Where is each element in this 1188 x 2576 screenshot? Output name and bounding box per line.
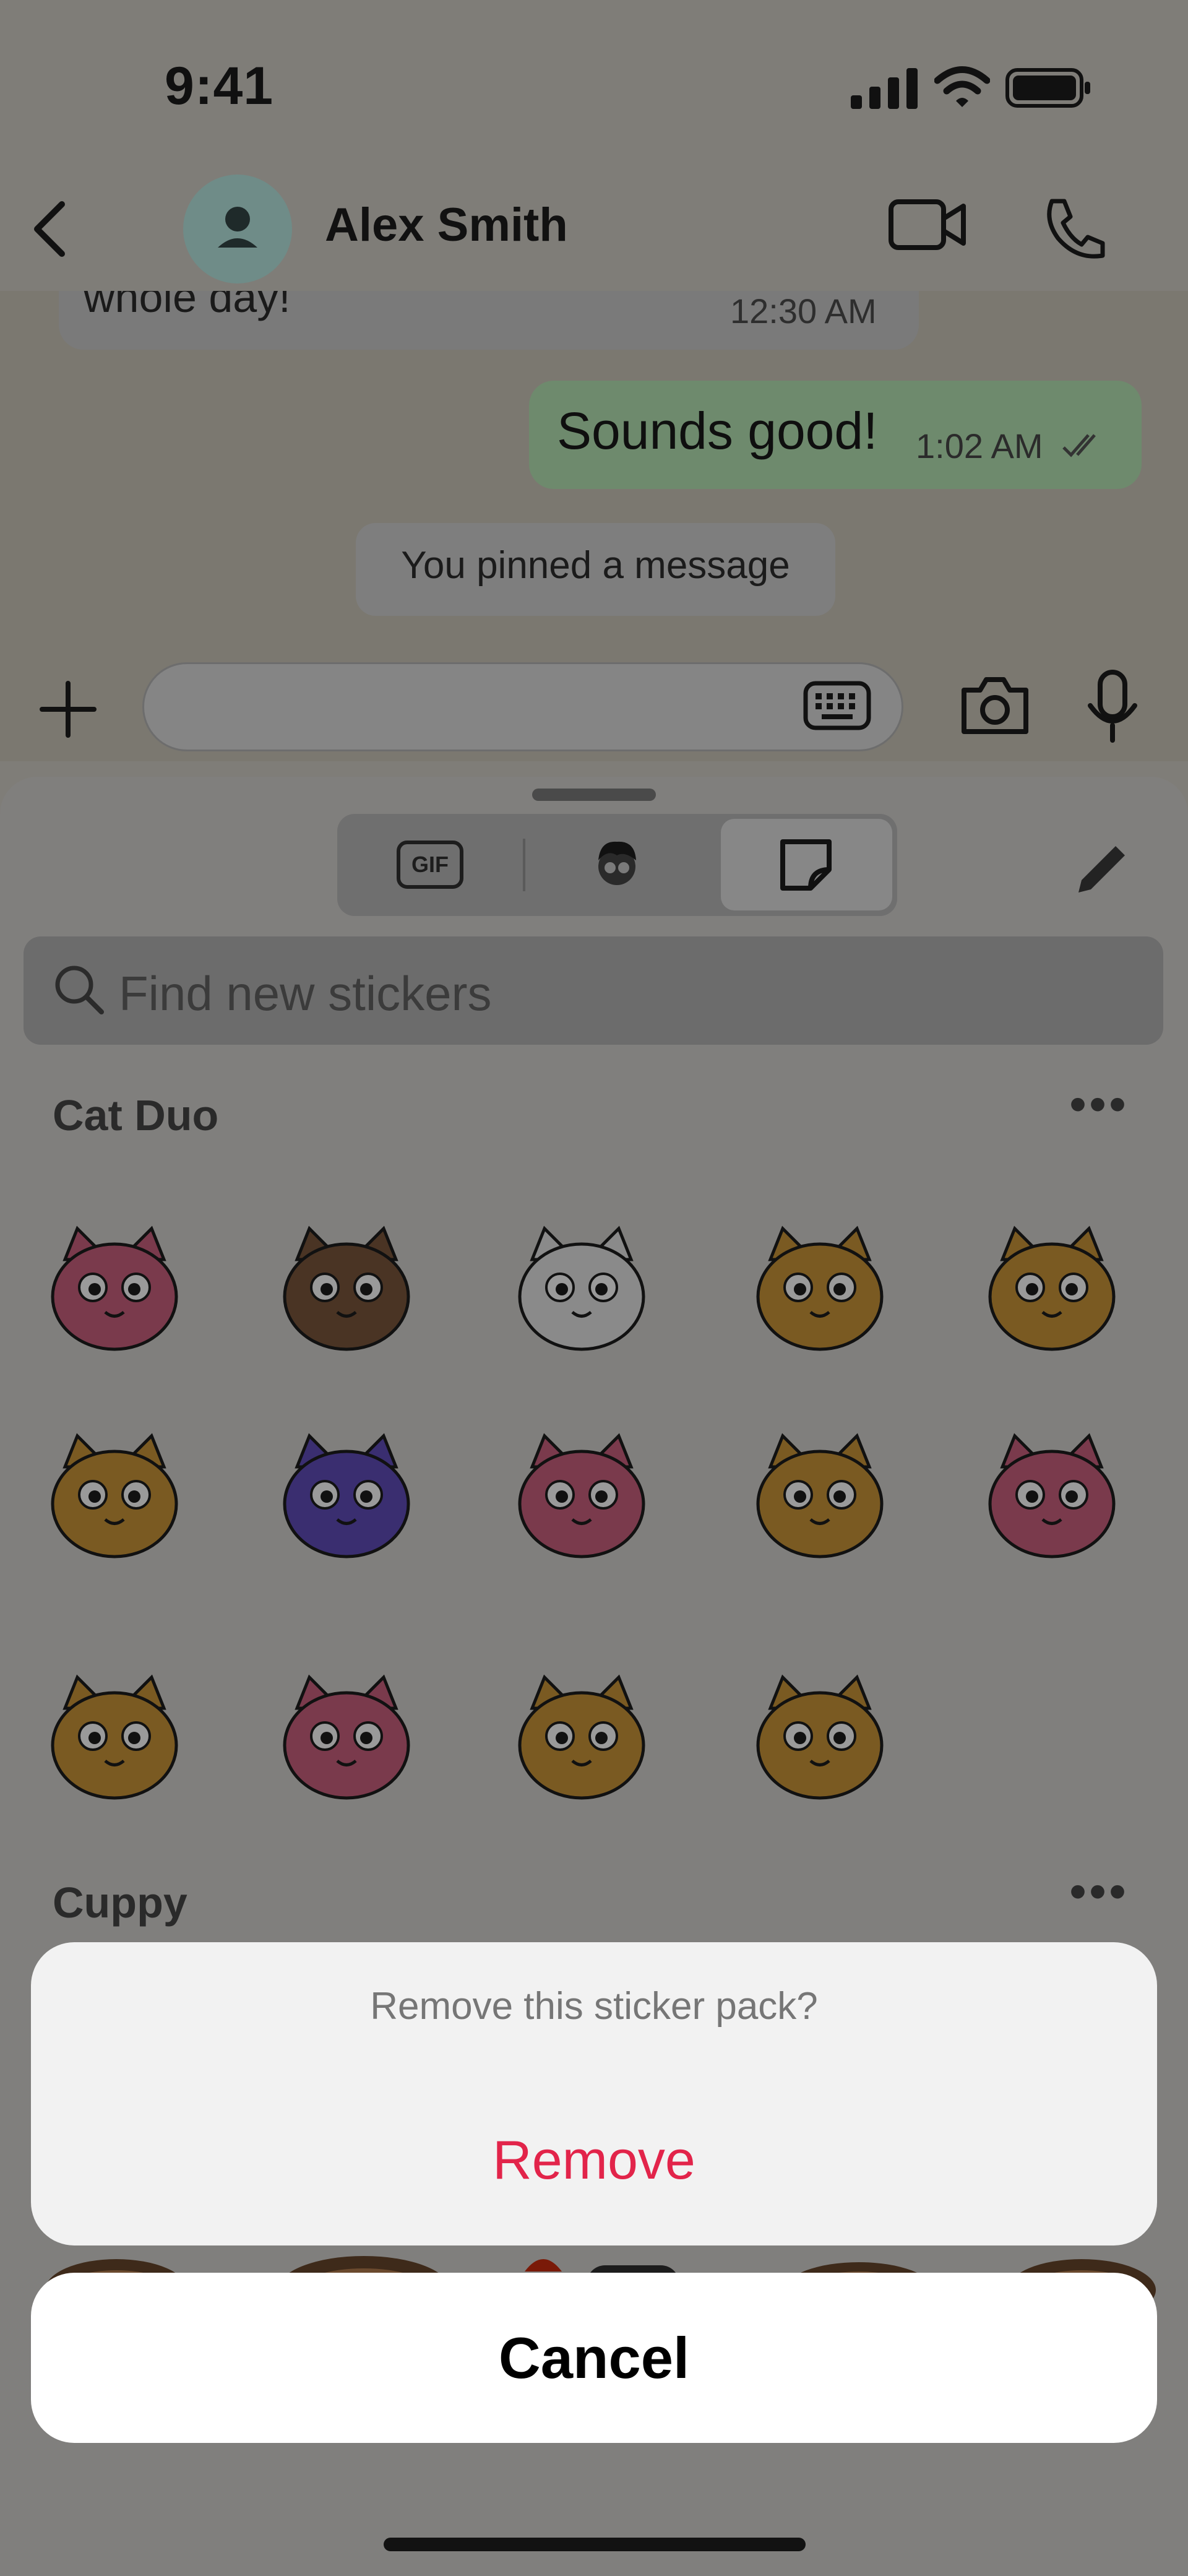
avatar-tab-icon[interactable]: [588, 836, 647, 894]
pack-title-cuppy: Cuppy: [53, 1878, 187, 1927]
sticker-item[interactable]: [266, 1411, 427, 1572]
incoming-message-text: whole day!: [84, 291, 291, 321]
cat-sticker-icon: [518, 1674, 645, 1800]
incoming-message-time: 12:30 AM: [730, 292, 877, 331]
sticker-item[interactable]: [501, 1204, 662, 1365]
drag-handle[interactable]: [532, 789, 656, 801]
cat-sticker-icon: [518, 1433, 645, 1558]
pack-title-cat-duo: Cat Duo: [53, 1091, 219, 1139]
cat-sticker-icon: [51, 1433, 178, 1558]
cat-sticker-icon: [988, 1433, 1116, 1558]
cat-sticker-icon: [756, 1674, 884, 1800]
gif-tab-icon[interactable]: GIF: [396, 840, 464, 889]
search-icon: [55, 966, 104, 1014]
action-sheet-title: Remove this sticker pack?: [370, 1985, 818, 2028]
pencil-icon[interactable]: [1069, 837, 1131, 899]
cat-sticker-icon: [283, 1433, 410, 1558]
pack-options-cuppy[interactable]: •••: [1069, 1863, 1129, 1920]
tab-divider: [523, 839, 525, 891]
cat-sticker-icon: [988, 1225, 1116, 1351]
plus-icon[interactable]: [38, 680, 98, 739]
person-icon: [218, 207, 257, 248]
contact-name[interactable]: Alex Smith: [325, 198, 568, 252]
sticker-item[interactable]: [739, 1411, 900, 1572]
sticker-item[interactable]: [739, 1653, 900, 1813]
sticker-item[interactable]: [971, 1204, 1132, 1365]
sticker-item[interactable]: [501, 1411, 662, 1572]
video-call-icon[interactable]: [888, 197, 968, 253]
microphone-icon[interactable]: [1083, 668, 1142, 743]
camera-icon[interactable]: [958, 675, 1032, 737]
back-arrow-icon[interactable]: [25, 198, 74, 260]
battery-icon: [1005, 68, 1090, 108]
cat-sticker-icon: [756, 1433, 884, 1558]
sticker-item[interactable]: [739, 1204, 900, 1365]
outgoing-message-text: Sounds good!: [557, 402, 878, 460]
sticker-item[interactable]: [266, 1204, 427, 1365]
message-input[interactable]: [142, 662, 903, 751]
sticker-item[interactable]: [266, 1653, 427, 1813]
system-message-text: You pinned a message: [401, 544, 790, 587]
pack-options-cat-duo[interactable]: •••: [1069, 1076, 1129, 1133]
gif-tab-label: GIF: [411, 852, 449, 877]
keyboard-icon[interactable]: [803, 681, 871, 730]
phone-call-icon[interactable]: [1040, 195, 1108, 263]
cat-sticker-icon: [283, 1225, 410, 1351]
signal-icon: [851, 68, 918, 109]
sticker-item[interactable]: [34, 1411, 195, 1572]
status-bar: 9:41: [0, 0, 1188, 173]
cat-sticker-icon: [51, 1674, 178, 1800]
cat-sticker-icon: [51, 1225, 178, 1351]
home-indicator: [384, 2538, 806, 2551]
status-time: 9:41: [165, 56, 274, 116]
cancel-button[interactable]: Cancel: [31, 2273, 1157, 2443]
cat-sticker-icon: [518, 1225, 645, 1351]
remove-button[interactable]: Remove: [31, 2104, 1157, 2216]
avatar[interactable]: [183, 175, 292, 283]
sticker-item[interactable]: [971, 1411, 1132, 1572]
wifi-icon: [934, 66, 990, 107]
sticker-item[interactable]: [501, 1653, 662, 1813]
cat-sticker-icon: [283, 1674, 410, 1800]
sticker-tab-icon[interactable]: [777, 836, 835, 894]
sticker-search-placeholder: Find new stickers: [119, 966, 492, 1021]
sticker-item[interactable]: [34, 1204, 195, 1365]
double-check-icon: [1062, 434, 1096, 457]
sticker-item[interactable]: [34, 1653, 195, 1813]
cat-sticker-icon: [756, 1225, 884, 1351]
outgoing-message-time: 1:02 AM: [916, 426, 1043, 465]
